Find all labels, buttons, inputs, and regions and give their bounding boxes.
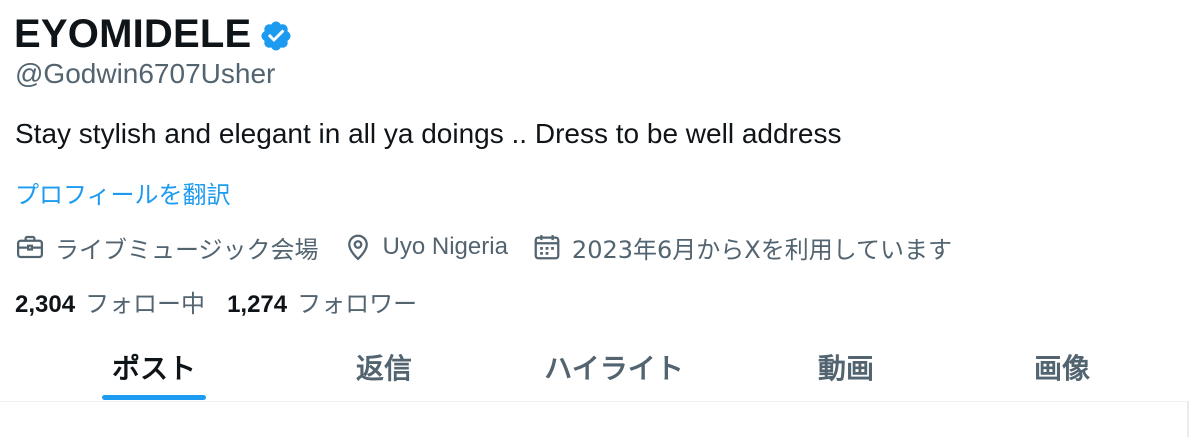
translate-profile-link[interactable]: プロフィールを翻訳 — [15, 175, 231, 210]
tab-images[interactable]: 画像 — [962, 332, 1162, 402]
follow-stats: 2,304 フォロー中 1,274 フォロワー — [15, 283, 439, 319]
profile-header: EYOMIDELE @Godwin6707Usher Stay stylish … — [0, 0, 1200, 437]
location-pin-icon — [347, 234, 368, 261]
tab-replies[interactable]: 返信 — [284, 332, 484, 402]
profile-tabs: ポスト 返信 ハイライト 動画 画像 — [0, 332, 1200, 402]
meta-category-label: ライブミュージック会場 — [55, 235, 319, 264]
followers-link[interactable]: 1,274 フォロワー — [227, 284, 417, 319]
tab-posts[interactable]: ポスト — [54, 332, 254, 402]
verified-badge-icon[interactable] — [259, 19, 293, 53]
followers-label: フォロワー — [297, 289, 418, 318]
following-link[interactable]: 2,304 フォロー中 — [15, 284, 205, 319]
tab-highlights[interactable]: ハイライト — [514, 332, 714, 402]
meta-location-label: Uyo Nigeria — [382, 233, 508, 260]
name-row: EYOMIDELE — [14, 6, 293, 62]
column-border — [1187, 401, 1189, 437]
meta-location: Uyo Nigeria — [343, 232, 508, 262]
profile-meta: ライブミュージック会場 Uyo Nigeria 2023年6月からXを利用してい… — [15, 228, 976, 266]
tabs-divider — [0, 401, 1188, 402]
following-label: フォロー中 — [85, 289, 206, 318]
meta-joined-label: 2023年6月からXを利用しています — [571, 235, 952, 264]
briefcase-icon — [17, 235, 43, 259]
followers-count: 1,274 — [227, 290, 288, 318]
following-count: 2,304 — [15, 290, 76, 318]
display-name: EYOMIDELE — [14, 11, 252, 56]
profile-bio: Stay stylish and elegant in all ya doing… — [15, 118, 842, 149]
user-handle: @Godwin6707Usher — [15, 58, 276, 89]
active-tab-indicator — [102, 395, 206, 400]
tab-videos[interactable]: 動画 — [746, 332, 946, 402]
calendar-icon — [534, 235, 560, 260]
meta-category: ライブミュージック会場 — [15, 230, 319, 265]
meta-joined: 2023年6月からXを利用しています — [532, 230, 952, 265]
